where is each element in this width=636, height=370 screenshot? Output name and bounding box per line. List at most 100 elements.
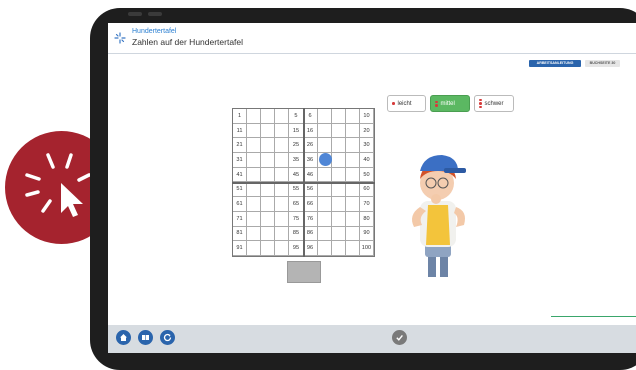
grid-cell[interactable] xyxy=(317,138,332,154)
grid-cell[interactable] xyxy=(275,153,290,168)
grid-cell[interactable] xyxy=(317,241,332,256)
grid-cell[interactable]: 10 xyxy=(359,109,374,124)
grid-cell[interactable] xyxy=(345,241,360,256)
grid-cell[interactable]: 51 xyxy=(233,182,248,198)
grid-cell[interactable] xyxy=(275,123,290,139)
grid-cell[interactable] xyxy=(275,167,290,183)
difficulty-hard-button[interactable]: schwer xyxy=(474,95,514,112)
grid-cell[interactable] xyxy=(275,109,290,124)
grid-cell[interactable]: 70 xyxy=(359,197,374,212)
grid-cell[interactable]: 26 xyxy=(303,138,318,154)
grid-cell[interactable] xyxy=(275,226,290,242)
grid-cell[interactable] xyxy=(247,153,262,168)
grid-cell[interactable]: 25 xyxy=(289,138,304,154)
grid-cell[interactable] xyxy=(331,153,346,168)
grid-cell[interactable] xyxy=(261,109,276,124)
book-button[interactable] xyxy=(138,330,153,345)
answer-box[interactable] xyxy=(287,261,321,283)
grid-cell[interactable] xyxy=(261,123,276,139)
grid-cell[interactable] xyxy=(275,197,290,212)
grid-cell[interactable] xyxy=(331,123,346,139)
grid-cell[interactable]: 21 xyxy=(233,138,248,154)
grid-cell[interactable]: 50 xyxy=(359,167,374,183)
grid-cell[interactable] xyxy=(331,167,346,183)
grid-cell[interactable] xyxy=(247,226,262,242)
grid-cell[interactable] xyxy=(345,123,360,139)
grid-cell[interactable] xyxy=(247,167,262,183)
grid-cell[interactable]: 40 xyxy=(359,153,374,168)
grid-cell[interactable]: 55 xyxy=(289,182,304,198)
grid-cell[interactable] xyxy=(331,211,346,227)
grid-cell[interactable]: 31 xyxy=(233,153,248,168)
grid-cell[interactable] xyxy=(275,211,290,227)
grid-cell[interactable] xyxy=(317,211,332,227)
grid-cell[interactable]: 11 xyxy=(233,123,248,139)
grid-cell[interactable] xyxy=(345,197,360,212)
grid-cell[interactable] xyxy=(247,211,262,227)
grid-cell[interactable]: 1 xyxy=(233,109,248,124)
check-button[interactable] xyxy=(392,330,407,345)
position-marker[interactable] xyxy=(319,153,332,166)
grid-cell[interactable] xyxy=(345,109,360,124)
grid-cell[interactable] xyxy=(275,138,290,154)
grid-cell[interactable] xyxy=(331,109,346,124)
grid-cell[interactable] xyxy=(261,211,276,227)
grid-cell[interactable]: 81 xyxy=(233,226,248,242)
grid-cell[interactable]: 41 xyxy=(233,167,248,183)
grid-cell[interactable] xyxy=(247,182,262,198)
grid-cell[interactable] xyxy=(261,241,276,256)
difficulty-medium-button[interactable]: mittel xyxy=(430,95,470,112)
grid-cell[interactable] xyxy=(345,153,360,168)
grid-cell[interactable]: 86 xyxy=(303,226,318,242)
grid-cell[interactable] xyxy=(261,226,276,242)
grid-cell[interactable] xyxy=(345,138,360,154)
grid-cell[interactable] xyxy=(331,138,346,154)
grid-cell[interactable] xyxy=(275,241,290,256)
grid-cell[interactable] xyxy=(247,109,262,124)
grid-cell[interactable]: 96 xyxy=(303,241,318,256)
grid-cell[interactable]: 5 xyxy=(289,109,304,124)
grid-cell[interactable]: 85 xyxy=(289,226,304,242)
grid-cell[interactable] xyxy=(317,109,332,124)
grid-cell[interactable] xyxy=(247,241,262,256)
grid-cell[interactable] xyxy=(345,182,360,198)
grid-cell[interactable]: 61 xyxy=(233,197,248,212)
grid-cell[interactable]: 15 xyxy=(289,123,304,139)
grid-cell[interactable]: 66 xyxy=(303,197,318,212)
home-button[interactable] xyxy=(116,330,131,345)
grid-cell[interactable]: 100 xyxy=(359,241,374,256)
grid-cell[interactable]: 20 xyxy=(359,123,374,139)
grid-cell[interactable] xyxy=(331,182,346,198)
grid-cell[interactable]: 76 xyxy=(303,211,318,227)
grid-cell[interactable] xyxy=(317,167,332,183)
grid-cell[interactable]: 60 xyxy=(359,182,374,198)
grid-cell[interactable] xyxy=(261,153,276,168)
grid-cell[interactable] xyxy=(331,226,346,242)
grid-cell[interactable]: 65 xyxy=(289,197,304,212)
grid-cell[interactable] xyxy=(345,167,360,183)
difficulty-easy-button[interactable]: leicht xyxy=(387,95,426,112)
grid-cell[interactable]: 16 xyxy=(303,123,318,139)
grid-cell[interactable] xyxy=(331,241,346,256)
grid-cell[interactable] xyxy=(317,197,332,212)
grid-cell[interactable] xyxy=(247,123,262,139)
book-page-button[interactable]: BUCHSEITE 30 xyxy=(585,60,620,67)
grid-cell[interactable] xyxy=(261,167,276,183)
grid-cell[interactable] xyxy=(275,182,290,198)
grid-cell[interactable] xyxy=(247,138,262,154)
grid-cell[interactable]: 71 xyxy=(233,211,248,227)
grid-cell[interactable] xyxy=(317,123,332,139)
grid-cell[interactable] xyxy=(345,226,360,242)
grid-cell[interactable] xyxy=(317,182,332,198)
grid-cell[interactable] xyxy=(261,182,276,198)
grid-cell[interactable]: 90 xyxy=(359,226,374,242)
grid-cell[interactable]: 30 xyxy=(359,138,374,154)
grid-cell[interactable]: 46 xyxy=(303,167,318,183)
grid-cell[interactable]: 56 xyxy=(303,182,318,198)
grid-cell[interactable]: 91 xyxy=(233,241,248,256)
grid-cell[interactable] xyxy=(261,197,276,212)
grid-cell[interactable]: 36 xyxy=(303,153,318,168)
grid-cell[interactable] xyxy=(345,211,360,227)
refresh-button[interactable] xyxy=(160,330,175,345)
grid-cell[interactable] xyxy=(317,226,332,242)
